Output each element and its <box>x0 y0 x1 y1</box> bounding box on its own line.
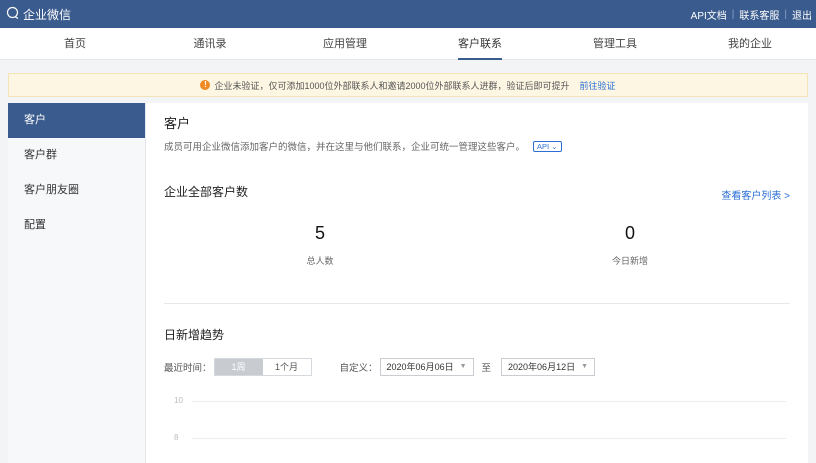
page-title: 客户 <box>164 116 191 131</box>
y-tick: 10 <box>174 396 183 405</box>
nav-app-management[interactable]: 应用管理 <box>295 28 395 60</box>
nav-my-enterprise[interactable]: 我的企业 <box>700 28 800 60</box>
to-label: 至 <box>481 363 492 374</box>
sidebar-item-customers[interactable]: 客户 <box>8 103 145 138</box>
logout-link[interactable]: 退出 <box>792 7 812 22</box>
sidebar-item-moments[interactable]: 客户朋友圈 <box>8 173 145 208</box>
nav-contacts[interactable]: 通讯录 <box>160 28 260 60</box>
api-dropdown[interactable]: API ⌄ <box>533 140 562 152</box>
stat-total-value: 5 <box>314 223 325 243</box>
range-label: 最近时间： <box>164 363 212 374</box>
range-1week-button[interactable]: 1周 <box>214 359 263 375</box>
stat-today-label: 今日新增 <box>611 256 648 266</box>
chat-bubble-icon <box>6 6 20 23</box>
stat-today-value: 0 <box>624 223 635 243</box>
main-nav: 首页 通讯录 应用管理 客户联系 管理工具 我的企业 <box>0 28 816 60</box>
main-panel: 客户 成员可用企业微信添加客户的微信，并在这里与他们联系，企业可统一管理这些客户… <box>146 103 808 463</box>
api-docs-link[interactable]: API文档 <box>691 7 727 22</box>
sidebar-item-customer-groups[interactable]: 客户群 <box>8 138 145 173</box>
daily-trend-title: 日新增趋势 <box>164 328 225 342</box>
sidebar-item-config[interactable]: 配置 <box>8 208 145 243</box>
gridline <box>192 401 786 402</box>
top-links: API文档 | 联系客服 | 退出 <box>691 0 812 28</box>
sidebar: 客户 客户群 客户朋友圈 配置 <box>8 103 146 463</box>
separator: | <box>731 8 735 20</box>
description-text: 成员可用企业微信添加客户的微信，并在这里与他们联系，企业可统一管理这些客户。 <box>164 142 526 153</box>
app-logo[interactable]: 企业微信 <box>0 6 71 23</box>
view-customer-list-link[interactable]: 查看客户列表 > <box>721 187 790 202</box>
end-date-value: 2020年06月12日 <box>508 362 576 372</box>
section-divider <box>164 303 790 304</box>
nav-management-tools[interactable]: 管理工具 <box>565 28 665 60</box>
api-tag-label: API <box>537 141 550 151</box>
separator: | <box>784 8 787 20</box>
range-1month-button[interactable]: 1个月 <box>262 359 311 375</box>
warning-icon: ! <box>200 80 211 90</box>
nav-customer-contact-label: 客户联系 <box>458 38 502 50</box>
end-date-picker[interactable]: 2020年06月12日 ▼ <box>501 358 596 376</box>
contact-support-link[interactable]: 联系客服 <box>739 7 779 22</box>
page-description: 成员可用企业微信添加客户的微信，并在这里与他们联系，企业可统一管理这些客户。 A… <box>164 139 562 153</box>
y-tick: 8 <box>174 433 179 442</box>
active-tab-indicator <box>458 58 502 60</box>
caret-down-icon: ▼ <box>459 363 467 370</box>
nav-customer-contact[interactable]: 客户联系 <box>430 28 530 60</box>
caret-down-icon: ▼ <box>581 363 589 370</box>
stat-today: 0 今日新增 <box>560 223 700 267</box>
range-selector: 最近时间： 1周 1个月 自定义： 2020年06月06日 ▼ 至 2020年0… <box>164 358 596 376</box>
range-toggle: 1周 1个月 <box>213 358 312 376</box>
chevron-down-icon: ⌄ <box>551 141 558 151</box>
verification-notice: ! 企业未验证，仅可添加1000位外部联系人和邀请2000位外部联系人进群，验证… <box>8 73 808 97</box>
custom-range-label: 自定义： <box>339 363 378 374</box>
nav-home[interactable]: 首页 <box>25 28 125 60</box>
gridline <box>192 438 786 439</box>
notice-text: 企业未验证，仅可添加1000位外部联系人和邀请2000位外部联系人进群，验证后即… <box>214 80 570 91</box>
app-title: 企业微信 <box>23 7 72 22</box>
total-customers-title: 企业全部客户数 <box>164 185 249 199</box>
verify-link[interactable]: 前往验证 <box>580 79 616 92</box>
start-date-picker[interactable]: 2020年06月06日 ▼ <box>379 358 474 376</box>
stat-total: 5 总人数 <box>250 223 390 267</box>
stat-total-label: 总人数 <box>306 256 334 266</box>
top-bar: 企业微信 API文档 | 联系客服 | 退出 <box>0 0 816 28</box>
start-date-value: 2020年06月06日 <box>386 362 454 372</box>
